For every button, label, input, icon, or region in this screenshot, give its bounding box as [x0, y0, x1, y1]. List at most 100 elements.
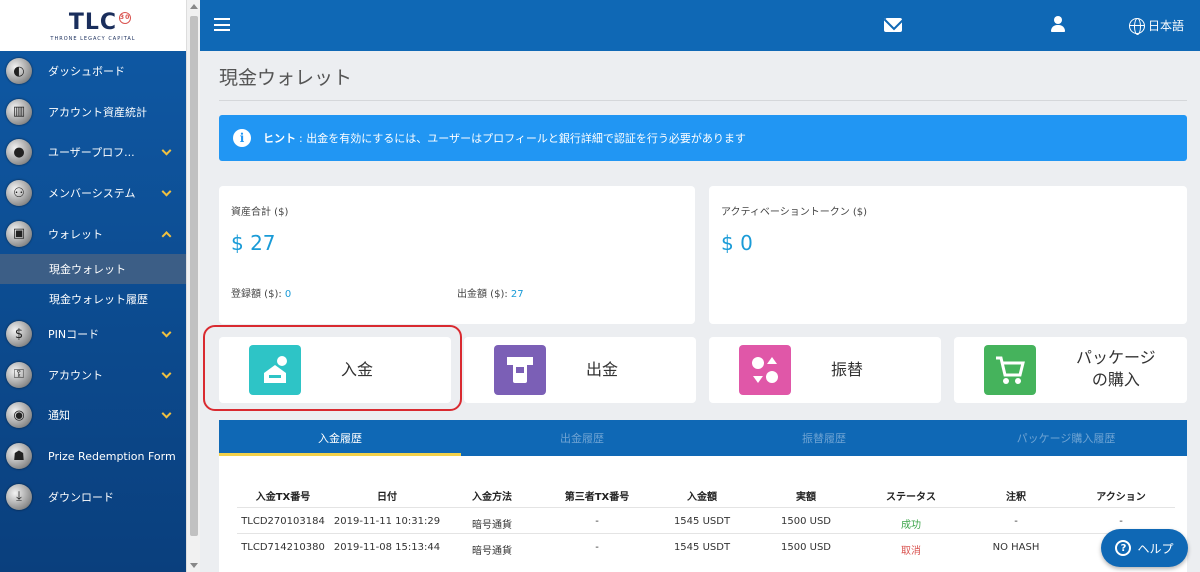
table-cell: 1545 USDT: [673, 516, 731, 527]
tab-transfer-history[interactable]: 振替履歴: [703, 420, 945, 456]
lock-icon: ⚿: [6, 361, 32, 388]
sidebar-item-notifications[interactable]: ◉ 通知: [0, 395, 186, 436]
total-assets-label: 資産合計 ($): [231, 207, 289, 218]
sidebar-item-account[interactable]: ⚿ アカウント: [0, 355, 186, 396]
table-cell: -: [1119, 516, 1123, 527]
hint-title: ヒント: [263, 132, 296, 145]
scrollbar-thumb[interactable]: [190, 16, 198, 536]
transfer-label: 振替: [831, 360, 864, 379]
tab-withdraw-history[interactable]: 出金履歴: [461, 420, 703, 456]
transfer-button[interactable]: 振替: [709, 337, 941, 403]
sidebar-item-label: ダッシュボード: [48, 65, 125, 79]
total-assets-card: 資産合計 ($) $ 27 登録額 ($): 0 出金額 ($): 27: [219, 186, 695, 324]
table-cell: -: [1014, 516, 1018, 527]
divider: [219, 100, 1187, 101]
table-header: 入金TX番号: [255, 492, 311, 503]
help-button[interactable]: ? ヘルプ: [1101, 529, 1188, 567]
tab-deposit-history[interactable]: 入金履歴: [219, 420, 461, 456]
question-icon: ?: [1115, 540, 1132, 556]
table-cell: 1500 USD: [781, 516, 831, 527]
pin-shield-icon: $: [6, 321, 32, 348]
mail-icon[interactable]: [884, 18, 902, 32]
language-label: 日本語: [1148, 19, 1185, 33]
sidebar-item-download[interactable]: ⤓ ダウンロード: [0, 476, 186, 517]
transfer-icon: [739, 345, 791, 395]
table-cell: 1545 USDT: [673, 542, 731, 553]
table-header: 第三者TX番号: [564, 492, 630, 503]
table-cell: 1500 USD: [781, 542, 831, 553]
sidebar-item-pin-code[interactable]: $ PINコード: [0, 314, 186, 355]
hint-alert: i ヒント : 出金を有効にするには、ユーザーはプロフィールと銀行詳細で認証を行…: [219, 115, 1187, 161]
dashboard-icon: ◐: [6, 58, 32, 85]
logo-name: TLC: [68, 9, 118, 35]
menu-icon[interactable]: [214, 18, 230, 31]
divider: [237, 533, 1175, 534]
sidebar-scrollbar[interactable]: [186, 0, 200, 572]
deposit-history-table: 入金TX番号 日付 入金方法 第三者TX番号 入金額 実額 ステータス 注釈 ア…: [219, 456, 1187, 572]
logo-tagline: THRONE LEGACY CAPITAL: [50, 35, 136, 42]
sidebar-subitem-cash-wallet[interactable]: 現金ウォレット: [0, 253, 186, 284]
tab-package-history[interactable]: パッケージ購入履歴: [945, 420, 1187, 456]
user-icon[interactable]: [1051, 16, 1065, 32]
chevron-down-icon: [161, 146, 172, 157]
sidebar-item-label: メンバーシステム: [48, 187, 136, 201]
scroll-up-arrow-icon[interactable]: [190, 4, 198, 9]
withdraw-icon: [494, 345, 546, 395]
bar-chart-icon: ▥: [6, 98, 32, 125]
table-header: ステータス: [886, 492, 936, 503]
language-selector[interactable]: 日本語: [1129, 17, 1185, 35]
chevron-down-icon: [161, 327, 172, 338]
chevron-down-icon: [161, 368, 172, 379]
table-header: 日付: [377, 492, 397, 503]
sidebar-item-label: アカウント: [48, 368, 103, 382]
chevron-up-icon: [161, 230, 172, 241]
activation-token-value: $ 0: [721, 231, 753, 255]
sidebar-item-prize-redemption[interactable]: ☗ Prize Redemption Form: [0, 436, 186, 477]
sidebar-item-label: Prize Redemption Form: [48, 449, 176, 463]
table-cell: 2019-11-11 10:31:29: [333, 516, 441, 527]
withdrawn-label: 出金額 ($):: [457, 289, 508, 300]
help-label: ヘルプ: [1137, 541, 1174, 556]
notification-icon: ◉: [6, 402, 32, 429]
globe-icon: [1129, 17, 1145, 35]
table-cell: -: [595, 542, 599, 553]
table-header: 注釈: [1006, 492, 1026, 503]
sidebar-item-label: 通知: [48, 409, 70, 423]
withdrawn-value: 27: [510, 289, 524, 300]
withdraw-label: 出金: [586, 360, 619, 379]
table-header: 入金方法: [472, 492, 512, 503]
purchase-package-label: パッケージ の購入: [1076, 348, 1156, 389]
withdrawn-amount: 出金額 ($): 27: [457, 285, 524, 300]
scroll-down-arrow-icon[interactable]: [190, 563, 198, 568]
chevron-down-icon: [161, 186, 172, 197]
table-cell: NO HASH: [992, 542, 1040, 553]
table-cell: 暗号通貨: [472, 520, 512, 531]
prize-icon: ☗: [6, 443, 32, 470]
sidebar-item-label: PINコード: [48, 328, 100, 342]
shopping-cart-icon: [984, 345, 1036, 395]
hint-text: : 出金を有効にするには、ユーザーはプロフィールと銀行詳細で認証を行う必要があり…: [299, 132, 746, 145]
logo-badge: 30: [119, 11, 132, 24]
sidebar-item-user-profile[interactable]: ● ユーザープロフ...: [0, 132, 186, 173]
brand-logo[interactable]: TLC 30 THRONE LEGACY CAPITAL: [0, 0, 186, 51]
sidebar-item-label: ユーザープロフ...: [48, 146, 135, 160]
sidebar-item-member-system[interactable]: ⚇ メンバーシステム: [0, 173, 186, 214]
purchase-package-button[interactable]: パッケージ の購入: [954, 337, 1187, 403]
highlight-outline: [203, 325, 462, 411]
table-cell: TLCD270103184: [241, 516, 325, 527]
table-cell: -: [595, 516, 599, 527]
sidebar-item-asset-stats[interactable]: ▥ アカウント資産統計: [0, 92, 186, 133]
status-badge: 成功: [901, 520, 921, 531]
sidebar-subitem-cash-wallet-history[interactable]: 現金ウォレット履歴: [0, 284, 186, 314]
table-cell: 暗号通貨: [472, 546, 512, 557]
withdraw-button[interactable]: 出金: [464, 337, 696, 403]
status-badge: 取消: [901, 546, 921, 557]
members-icon: ⚇: [6, 180, 32, 207]
wallet-icon: ▣: [6, 220, 32, 247]
sidebar-item-dashboard[interactable]: ◐ ダッシュボード: [0, 51, 186, 92]
sidebar-item-wallet[interactable]: ▣ ウォレット: [0, 213, 186, 254]
activation-token-label: アクティベーショントークン ($): [721, 207, 868, 218]
page-title: 現金ウォレット: [219, 67, 353, 89]
deposited-value: 0: [284, 289, 292, 300]
divider: [237, 507, 1175, 508]
